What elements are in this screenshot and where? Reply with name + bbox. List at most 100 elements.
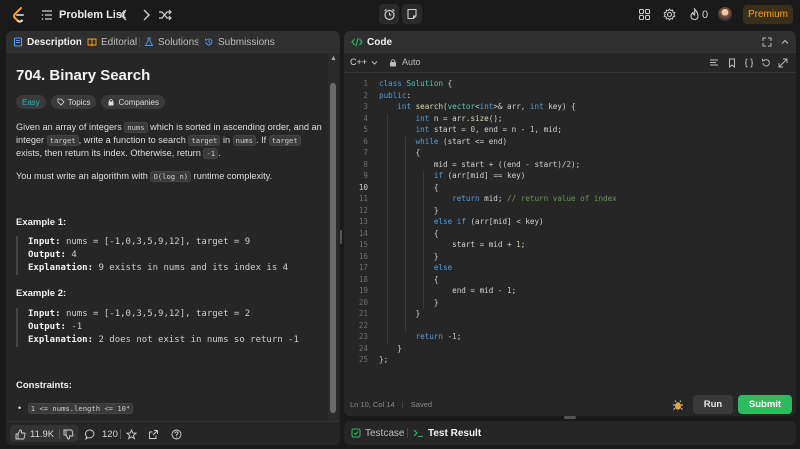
constraint-code: 1 <= nums.length <= 10⁴ — [27, 403, 134, 414]
output-label: Output: — [28, 250, 66, 260]
reset-icon[interactable] — [761, 58, 771, 68]
line-number: 2 — [363, 90, 368, 100]
tab-editorial[interactable]: Editorial — [87, 31, 137, 53]
history-icon — [205, 38, 213, 46]
help-button[interactable] — [171, 422, 182, 445]
logo-icon[interactable] — [12, 7, 26, 23]
description-footer: 11.9K 120 — [6, 421, 340, 445]
line-number: 23 — [358, 332, 368, 341]
vertical-resize-handle[interactable] — [340, 230, 342, 244]
bookmark-icon[interactable] — [727, 58, 737, 68]
like-button[interactable]: 11.9K — [15, 422, 54, 445]
maximize-icon[interactable] — [762, 37, 772, 47]
constraint-item: • 1 <= nums.length <= 10⁴ — [16, 402, 328, 415]
gear-icon[interactable] — [663, 8, 676, 21]
share-button[interactable] — [148, 422, 159, 445]
code-line: { — [379, 228, 439, 238]
chevron-right-icon[interactable] — [140, 8, 152, 22]
code-line: } — [379, 309, 421, 318]
expand-icon[interactable] — [778, 58, 788, 68]
code-line: return mid; // return value of index — [452, 194, 617, 203]
book-icon — [87, 38, 97, 47]
topics-chip[interactable]: Topics — [50, 95, 97, 109]
braces-icon[interactable] — [744, 58, 754, 68]
comments-button[interactable]: 120 — [85, 422, 118, 445]
statement-text: You must write an algorithm with — [16, 171, 151, 181]
chevron-up-icon[interactable] — [780, 37, 790, 47]
constraints-title: Constraints: — [16, 380, 72, 391]
companies-chip[interactable]: Companies — [101, 95, 165, 109]
editor-footer: Ln 10, Col 14 | Saved Run Submit — [344, 393, 796, 416]
code-line: } — [379, 297, 439, 307]
inline-code: target — [188, 135, 221, 146]
input-label: Input: — [28, 237, 61, 247]
submit-button[interactable]: Submit — [738, 395, 792, 414]
line-number: 17 — [358, 263, 368, 272]
line-number: 20 — [358, 297, 368, 307]
cursor-position: Ln 10, Col 14 — [350, 400, 395, 409]
dislike-button[interactable] — [63, 422, 74, 445]
lock-icon — [108, 99, 114, 106]
description-scrollbar[interactable]: ▲ ▼ — [328, 53, 338, 445]
favorite-button[interactable] — [126, 422, 137, 445]
line-number: 19 — [358, 286, 368, 295]
flask-icon — [144, 37, 154, 46]
tab-submissions[interactable]: Submissions — [204, 31, 275, 53]
scroll-up-arrow[interactable]: ▲ — [330, 55, 337, 62]
statement-text: . — [218, 148, 221, 158]
chevron-left-icon[interactable] — [118, 8, 130, 22]
premium-button[interactable]: Premium — [743, 5, 793, 24]
note-button[interactable] — [402, 4, 422, 24]
footer-divider — [59, 429, 60, 439]
grid-icon[interactable] — [638, 8, 651, 21]
lock-icon — [390, 58, 396, 66]
line-number: 7 — [363, 148, 368, 157]
example-1-title: Example 1: — [16, 217, 67, 228]
tag-icon — [57, 98, 65, 106]
tab-test-result[interactable]: Test Result — [413, 421, 481, 445]
inline-code: target — [268, 135, 301, 146]
run-button[interactable]: Run — [693, 395, 733, 414]
code-line: return -1; — [415, 332, 462, 341]
tab-divider — [139, 37, 140, 47]
line-number: 8 — [363, 159, 368, 169]
statement-text: in — [220, 135, 233, 145]
star-icon — [126, 428, 137, 440]
problem-list-link[interactable]: Problem List — [59, 9, 126, 21]
statement-text: , write a function to search — [78, 135, 189, 145]
tab-solutions[interactable]: Solutions — [144, 31, 199, 53]
code-line: end = mid - 1; — [379, 286, 517, 295]
input-label: Input: — [28, 309, 61, 319]
code-line: int search(vector<int>& arr, int key) { — [397, 102, 576, 111]
avatar[interactable] — [718, 7, 732, 21]
topics-label: Topics — [67, 97, 91, 107]
line-number: 14 — [358, 228, 368, 238]
debug-icon[interactable] — [672, 399, 684, 411]
statement-text: . If — [255, 135, 269, 145]
alarm-button[interactable] — [379, 4, 399, 24]
tab-solutions-label: Solutions — [158, 36, 200, 48]
format-icon[interactable] — [709, 58, 719, 68]
fire-icon[interactable] — [688, 8, 701, 21]
input-value: nums = [-1,0,3,5,9,12], target = 9 — [65, 237, 251, 247]
inline-code: nums — [124, 122, 148, 133]
shuffle-icon[interactable] — [158, 8, 172, 22]
thumbs-down-icon — [63, 429, 74, 439]
line-number: 6 — [363, 136, 368, 146]
line-number: 15 — [358, 240, 368, 249]
inline-code: target — [46, 135, 79, 146]
tab-testcase[interactable]: Testcase — [351, 421, 404, 445]
list-icon[interactable] — [41, 9, 53, 21]
problem-title: 704. Binary Search — [16, 67, 326, 84]
top-bar: Problem List 0 Premium — [0, 0, 800, 29]
bullet: • — [18, 403, 22, 413]
language-select[interactable]: C++ — [350, 57, 378, 67]
horizontal-resize-handle[interactable] — [564, 416, 576, 419]
thumbs-up-icon — [15, 429, 26, 439]
auto-mode[interactable]: Auto — [389, 57, 421, 67]
tab-code[interactable]: Code — [351, 31, 392, 53]
code-editor[interactable]: 1 class Solution {2 public: 3 int search(ve… — [344, 75, 796, 395]
tab-description[interactable]: Description — [13, 31, 82, 53]
line-number: 21 — [358, 309, 368, 318]
scroll-thumb[interactable] — [330, 83, 336, 413]
